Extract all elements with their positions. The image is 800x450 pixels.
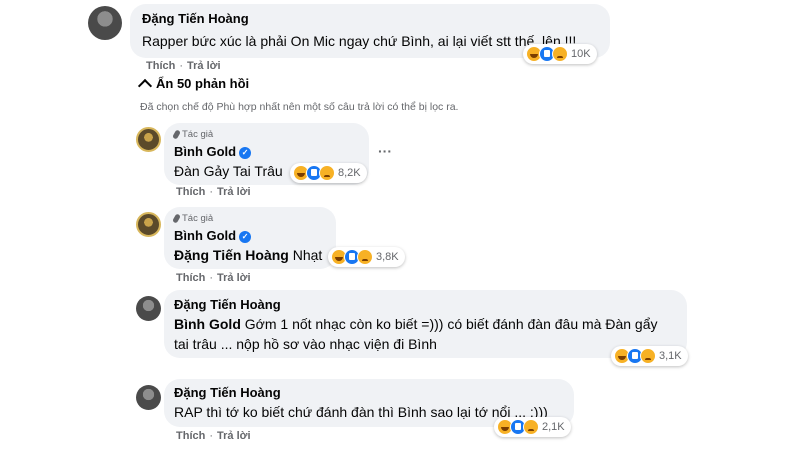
mention-link[interactable]: Đặng Tiến Hoàng <box>174 247 289 263</box>
like-button[interactable]: Thích <box>176 186 205 198</box>
reaction-summary[interactable]: 3,8K <box>328 247 405 267</box>
reply-text-body: Gớm 1 nốt nhạc còn ko biết =))) có biết … <box>244 316 658 332</box>
separator-dot: · <box>209 272 214 284</box>
comment-author[interactable]: Đặng Tiến Hoàng <box>142 11 249 26</box>
separator-dot: · <box>179 60 184 72</box>
reaction-count: 2,1K <box>542 421 565 433</box>
hide-replies-label: Ẩn 50 phản hồi <box>156 76 250 91</box>
comment-text: Rapper bức xúc là phải On Mic ngay chứ B… <box>142 33 577 49</box>
avatar[interactable] <box>136 127 161 152</box>
hide-replies-button[interactable]: Ẩn 50 phản hồi <box>137 76 250 93</box>
sad-icon <box>640 348 656 364</box>
chevron-up-icon <box>137 78 153 93</box>
reply-author[interactable]: Bình Gold ✓ <box>174 228 252 243</box>
reply-actions: Thích · Trả lời <box>176 186 251 198</box>
sad-icon <box>319 165 335 181</box>
author-tag-label: Tác giả <box>182 213 214 224</box>
reaction-summary[interactable]: 2,1K <box>494 417 571 437</box>
reaction-count: 3,8K <box>376 251 399 263</box>
reaction-summary[interactable]: 3,1K <box>611 346 688 366</box>
mention-link[interactable]: Bình Gold <box>174 316 241 332</box>
avatar[interactable] <box>88 6 122 40</box>
reply-button[interactable]: Trả lời <box>217 430 251 442</box>
sad-icon <box>552 46 568 62</box>
reply-author[interactable]: Bình Gold ✓ <box>174 144 252 159</box>
reply-actions: Thích · Trả lời <box>176 430 251 442</box>
like-button[interactable]: Thích <box>176 272 205 284</box>
reply-author-name: Bình Gold <box>174 144 237 159</box>
author-tag: Tác giả <box>172 213 214 224</box>
avatar[interactable] <box>136 212 161 237</box>
separator-dot: · <box>209 186 214 198</box>
reply-author[interactable]: Đặng Tiến Hoàng <box>174 297 281 312</box>
reaction-summary[interactable]: 10K <box>523 44 597 64</box>
microphone-icon <box>172 129 181 140</box>
sad-icon <box>357 249 373 265</box>
reply-bubble: Đặng Tiến Hoàng Bình Gold Gớm 1 nốt nhạc… <box>164 290 687 358</box>
reply-button[interactable]: Trả lời <box>187 60 221 72</box>
avatar[interactable] <box>136 385 161 410</box>
reply-button[interactable]: Trả lời <box>217 272 251 284</box>
reaction-summary[interactable]: 8,2K <box>290 163 367 183</box>
sad-icon <box>523 419 539 435</box>
reply-text-body: Nhạt <box>292 247 323 263</box>
reply-actions: Thích · Trả lời <box>176 272 251 284</box>
reaction-count: 8,2K <box>338 167 361 179</box>
separator-dot: · <box>209 430 214 442</box>
author-tag-label: Tác giả <box>182 129 214 140</box>
microphone-icon <box>172 213 181 224</box>
avatar[interactable] <box>136 296 161 321</box>
more-options-icon[interactable]: ··· <box>378 143 392 159</box>
like-button[interactable]: Thích <box>146 60 175 72</box>
reply-bubble: Tác giả Bình Gold ✓ Đặng Tiến Hoàng Nhạt <box>164 207 336 269</box>
reply-text-line: tai trâu ... nộp hồ sơ vào nhạc viện đi … <box>174 336 437 352</box>
filter-note: Đã chọn chế độ Phù hợp nhất nên một số c… <box>140 101 459 113</box>
reply-author[interactable]: Đặng Tiến Hoàng <box>174 385 281 400</box>
verified-check-icon: ✓ <box>239 146 252 159</box>
reply-text: RAP thì tớ ko biết chứ đánh đàn thì Bình… <box>174 404 548 420</box>
reaction-count: 3,1K <box>659 350 682 362</box>
reply-author-name: Bình Gold <box>174 228 237 243</box>
reply-text: Đàn Gảy Tai Trâu <box>174 163 283 179</box>
reply-button[interactable]: Trả lời <box>217 186 251 198</box>
reply-text-line: Bình Gold Gớm 1 nốt nhạc còn ko biết =))… <box>174 316 657 332</box>
verified-check-icon: ✓ <box>239 230 252 243</box>
reaction-count: 10K <box>571 48 591 60</box>
comment-actions: Thích · Trả lời <box>146 60 221 72</box>
reply-text: Đặng Tiến Hoàng Nhạt <box>174 247 322 263</box>
author-tag: Tác giả <box>172 129 214 140</box>
like-button[interactable]: Thích <box>176 430 205 442</box>
